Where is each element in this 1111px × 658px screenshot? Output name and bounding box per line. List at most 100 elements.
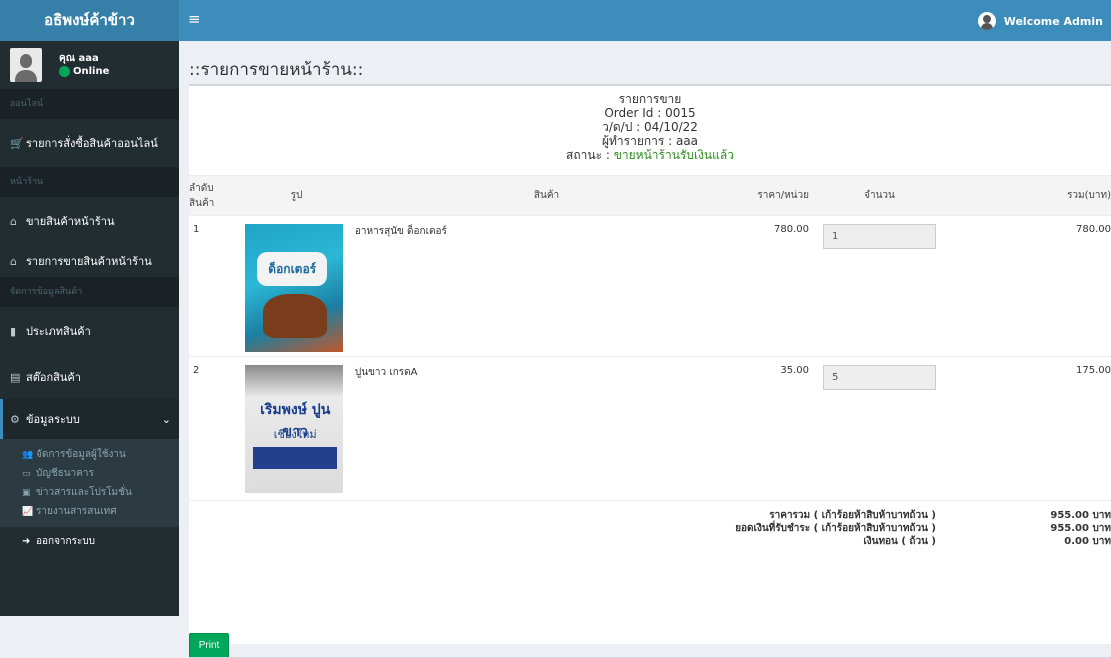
product-image-sublabel: เชียงใหม่ [273,428,317,441]
sidebar-item-news[interactable]: ▣ ข่าวสารและโปรโมชั่น [0,483,179,502]
product-image: เริมพงษ์ ปูนขาว เชียงใหม่ [245,365,344,493]
user-status: Online [59,66,109,77]
sidebar-item-label: ข่าวสารและโปรโมชั่น [36,487,132,498]
row-total: 780.00 [935,215,1111,357]
sidebar-item-store-sell[interactable]: ⌂ ขายสินค้าหน้าร้าน [0,197,179,245]
user-name: คุณ aaa [59,53,99,64]
chart-icon: 📈 [22,506,34,517]
sidebar-item-system[interactable]: ⚙ ข้อมูลระบบ ⌄ [0,399,179,439]
logout-link[interactable]: ➜ ออกจากระบบ [0,527,179,555]
sidebar-item-label: รายงานสารสนเทศ [36,506,117,517]
main-content: ::รายการขายหน้าร้าน:: รายการขาย Order Id… [179,41,1111,658]
row-total: 175.00 [935,356,1111,501]
sidebar-item-product-type[interactable]: ▮ ประเภทสินค้า [0,307,179,355]
header-image: รูป [240,175,353,216]
row-price: 780.00 [738,215,815,357]
cart-icon: 🛒 [10,136,24,150]
avatar-icon [977,12,996,30]
sidebar-item-label: สต๊อกสินค้า [26,371,81,384]
product-image: ด็อกเตอร์ [245,224,344,352]
summary-paid-value: 955.00 บาท [1050,523,1111,534]
sidebar-item-bank[interactable]: ▭ บัญชีธนาคาร [0,464,179,483]
sidebar-item-report[interactable]: 📈 รายงานสารสนเทศ [0,502,179,521]
system-submenu: 👥 จัดการข้อมูลผู้ใช้งาน ▭ บัญชีธนาคาร ▣ … [0,439,179,527]
sidebar-item-label: รายการสั่งซื้อสินค้าออนไลน์ [26,137,158,150]
user-menu[interactable]: Welcome Admin [977,11,1103,31]
row-no: 2 [189,356,241,501]
row-image-cell: ด็อกเตอร์ [240,215,353,357]
sidebar-item-label: รายการขายสินค้าหน้าร้าน [26,255,152,268]
sidebar-item-users[interactable]: 👥 จัดการข้อมูลผู้ใช้งาน [0,445,179,464]
users-icon: 👥 [22,449,34,460]
chevron-down-icon: ⌄ [161,412,171,426]
card-icon: ▭ [22,468,31,479]
sidebar-item-label: ข้อมูลระบบ [26,413,80,426]
summary-row: ราคารวม ( เก้าร้อยห้าสิบห้าบาทถ้วน ) ยอด… [189,500,1111,559]
order-table: ลำดับ สินค้า รูป สินค้า ราคา/หน่วย จำนวน… [189,175,1111,559]
sidebar-item-label: ขายสินค้าหน้าร้าน [26,215,115,228]
store-icon: ⌂ [10,254,17,268]
sidebar-item-label: จัดการข้อมูลผู้ใช้งาน [36,449,126,460]
row-price: 35.00 [738,356,815,501]
row-image-cell: เริมพงษ์ ปูนขาว เชียงใหม่ [240,356,353,501]
summary-total-label: ราคารวม ( เก้าร้อยห้าสิบห้าบาทถ้วน ) [769,510,936,521]
print-button[interactable]: Print [189,633,229,658]
order-date: ว/ด/ป : 04/10/22 [602,120,698,134]
section-header-online: ออนไลน์ [0,89,179,119]
header-product: สินค้า [352,175,739,216]
product-image-label: ด็อกเตอร์ [257,252,328,286]
summary-values: 955.00 บาท 955.00 บาท 0.00 บาท [935,500,1111,559]
sidebar-item-label: บัญชีธนาคาร [36,468,94,479]
sidebar-item-store-sales[interactable]: ⌂ รายการขายสินค้าหน้าร้าน [0,245,179,277]
user-avatar [10,48,42,82]
product-image-label: เริมพงษ์ ปูนขาว [260,402,331,440]
order-status: สถานะ : ขายหน้าร้านรับเงินแล้ว [189,148,1111,162]
logout-label: ออกจากระบบ [36,535,96,547]
table-row: 1 ด็อกเตอร์ อาหารสุนัข ด็อกเตอร์ 780.00 … [189,215,1111,357]
summary-total-value: 955.00 บาท [1050,510,1111,521]
menu-toggle-icon[interactable]: ≡ [188,12,204,28]
sidebar-item-online-orders[interactable]: 🛒 รายการสั่งซื้อสินค้าออนไลน์ [0,119,179,167]
summary-change-value: 0.00 บาท [1064,536,1111,547]
header-total: รวม(บาท) [935,175,1111,216]
app-logo[interactable]: อธิพงษ์ค้าข้าว [0,0,179,41]
sidebar: คุณ aaa Online ออนไลน์ 🛒 รายการสั่งซื้อส… [0,41,179,616]
status-value: ขายหน้าร้านรับเงินแล้ว [613,148,734,162]
quantity-field[interactable]: 1 [822,224,936,249]
status-label: สถานะ : [566,148,614,162]
dog-illustration [263,294,328,338]
order-operator: ผู้ทำรายการ : aaa [601,134,699,148]
product-image-band [253,447,338,469]
quantity-field[interactable]: 5 [822,365,936,390]
welcome-text: Welcome Admin [1003,14,1103,28]
user-status-text: Online [73,66,110,77]
summary-change-label: เงินทอน ( ถ้วน ) [863,536,936,547]
table-row: 2 เริมพงษ์ ปูนขาว เชียงใหม่ ปูนขาว เกรดA… [189,356,1111,501]
row-product: ปูนขาว เกรดA [352,356,739,501]
section-header-store: หน้าร้าน [0,167,179,197]
header-qty: จำนวน [814,175,936,216]
book-icon: ▮ [10,324,17,338]
header-no: ลำดับ สินค้า [189,175,241,216]
order-heading: รายการขาย [618,92,682,106]
sidebar-item-label: ประเภทสินค้า [26,325,91,338]
summary-labels: ราคารวม ( เก้าร้อยห้าสิบห้าบาทถ้วน ) ยอด… [240,500,936,559]
gears-icon: ⚙ [10,412,20,426]
order-header: รายการขาย Order Id : 0015 ว/ด/ป : 04/10/… [189,86,1111,162]
top-navbar: อธิพงษ์ค้าข้าว ≡ Welcome Admin [0,0,1111,41]
sign-out-icon: ➜ [22,535,31,547]
row-product: อาหารสุนัข ด็อกเตอร์ [352,215,739,357]
summary-paid-label: ยอดเงินที่รับชำระ ( เก้าร้อยห้าสิบห้าบาท… [735,523,936,534]
header-price: ราคา/หน่วย [738,175,815,216]
user-panel: คุณ aaa Online [0,41,179,89]
boxes-icon: ▤ [10,370,21,384]
table-header-row: ลำดับ สินค้า รูป สินค้า ราคา/หน่วย จำนวน… [189,175,1111,216]
online-dot-icon [59,66,70,77]
order-id: Order Id : 0015 [604,106,696,120]
store-icon: ⌂ [10,214,17,228]
sidebar-item-stock[interactable]: ▤ สต๊อกสินค้า [0,355,179,399]
newspaper-icon: ▣ [22,487,31,498]
section-header-manage: จัดการข้อมูลสินค้า [0,277,179,307]
page-title: ::รายการขายหน้าร้าน:: [189,60,364,80]
receipt-box: รายการขาย Order Id : 0015 ว/ด/ป : 04/10/… [189,84,1111,658]
